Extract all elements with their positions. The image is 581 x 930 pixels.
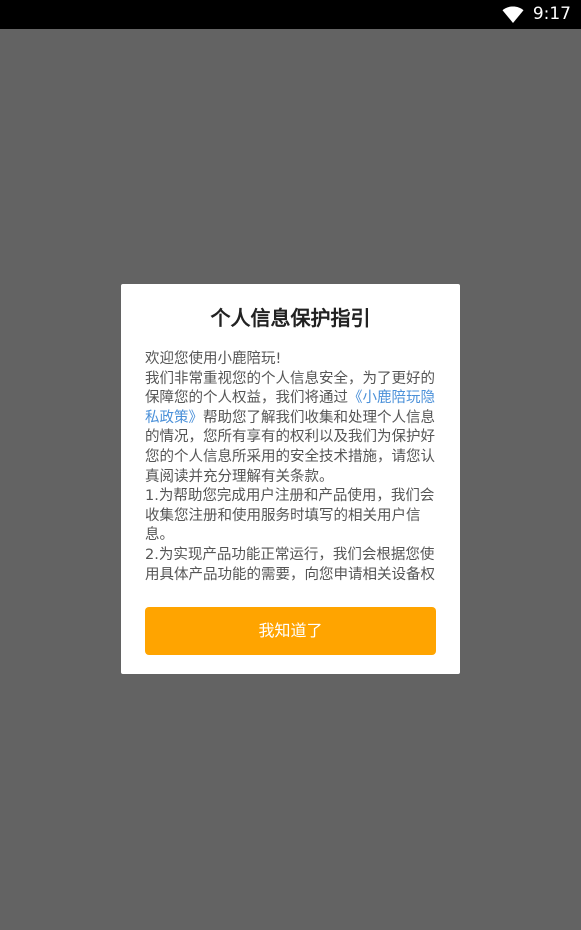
policy-item-2: 2.为实现产品功能正常运行，我们会根据您使用具体产品功能的需要，向您申请相关设备… [145, 546, 435, 582]
policy-paragraph: 我们非常重视您的个人信息安全，为了更好的保障您的个人权益，我们将通过《小鹿陪玩隐… [145, 370, 437, 488]
privacy-dialog: 个人信息保护指引 欢迎您使用小鹿陪玩! 我们非常重视您的个人信息安全，为了更好的… [121, 284, 460, 674]
dialog-body[interactable]: 欢迎您使用小鹿陪玩! 我们非常重视您的个人信息安全，为了更好的保障您的个人权益，… [145, 350, 437, 582]
policy-item-1: 1.为帮助您完成用户注册和产品使用，我们会收集您注册和使用服务时填写的相关用户信… [145, 488, 435, 544]
wifi-icon [502, 6, 524, 23]
status-bar: 9:17 [0, 0, 581, 29]
status-indicators: 9:17 [502, 0, 571, 29]
dialog-title: 个人信息保护指引 [210, 306, 371, 330]
confirm-button[interactable]: 我知道了 [145, 607, 436, 655]
welcome-text: 欢迎您使用小鹿陪玩! [145, 351, 282, 367]
status-time: 9:17 [532, 4, 571, 24]
